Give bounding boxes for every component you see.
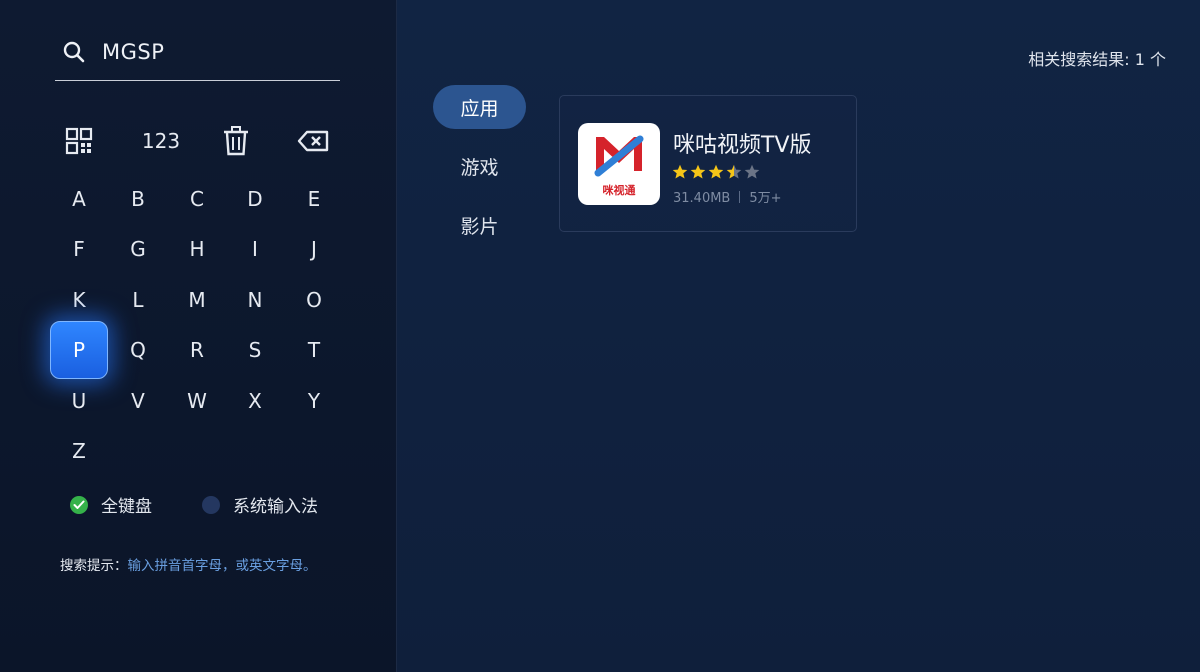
mode-label: 系统输入法 [233,497,318,517]
input-mode-selector: 全键盘 系统输入法 [70,492,368,517]
tip-label: 搜索提示： [60,558,128,574]
key-f[interactable]: F [50,220,108,278]
star-icon [726,164,742,179]
key-y[interactable]: Y [285,372,343,430]
star-icon [690,164,706,179]
qr-code-icon [65,127,93,155]
app-meta: 31.40MB 5万+ [673,187,782,206]
clear-key[interactable] [207,112,265,170]
radio-off-icon [202,495,220,514]
result-count: 相关搜索结果: 1 个 [1028,50,1166,69]
key-q[interactable]: Q [109,321,167,379]
checkmark-icon [70,495,88,514]
tip-text: 输入拼音首字母，或英文字母。 [127,558,317,574]
key-h[interactable]: H [168,220,226,278]
mode-system-ime[interactable]: 系统输入法 [202,492,318,517]
key-j[interactable]: J [285,220,343,278]
key-s[interactable]: S [226,321,284,379]
app-name: 咪咕视频TV版 [673,133,812,158]
key-r[interactable]: R [168,321,226,379]
search-bar[interactable]: MGSP [55,28,340,81]
numbers-key[interactable]: 123 [132,112,190,170]
migu-app-icon: 咪视通 [578,123,660,205]
star-icon [708,164,724,179]
star-icon [672,164,688,179]
key-w[interactable]: W [168,372,226,430]
search-icon [63,41,85,63]
search-tip: 搜索提示：输入拼音首字母，或英文字母。 [60,554,317,574]
app-icon-brand-text: 咪视通 [602,184,636,197]
results-panel: 相关搜索结果: 1 个 应用 游戏 影片 咪视通 咪咕视频TV版 31.40MB… [397,0,1200,672]
meta-divider [739,191,741,203]
search-screen: MGSP 123 A B C D E F G H I J K L M N O P… [0,0,1200,672]
key-v[interactable]: V [109,372,167,430]
mode-full-keyboard[interactable]: 全键盘 [70,492,152,517]
key-x[interactable]: X [226,372,284,430]
key-t[interactable]: T [285,321,343,379]
rating-stars [672,164,762,179]
star-icon [744,164,760,179]
mode-label: 全键盘 [101,497,152,517]
app-result-card[interactable]: 咪视通 咪咕视频TV版 31.40MB 5万+ [559,95,857,232]
category-tabs: 应用 游戏 影片 [433,85,526,262]
key-z[interactable]: Z [50,422,108,480]
backspace-icon [297,130,329,152]
tab-apps[interactable]: 应用 [433,85,526,129]
tab-movies[interactable]: 影片 [433,203,526,247]
app-downloads: 5万+ [749,191,782,206]
app-size: 31.40MB [673,191,731,206]
key-g[interactable]: G [109,220,167,278]
backspace-key[interactable] [284,112,342,170]
keyboard-panel: MGSP 123 A B C D E F G H I J K L M N O P… [0,0,397,672]
tab-games[interactable]: 游戏 [433,144,526,188]
search-query: MGSP [102,40,165,64]
key-i[interactable]: I [226,220,284,278]
qr-code-key[interactable] [50,112,108,170]
key-p[interactable]: P [50,321,108,379]
trash-icon [224,126,248,156]
